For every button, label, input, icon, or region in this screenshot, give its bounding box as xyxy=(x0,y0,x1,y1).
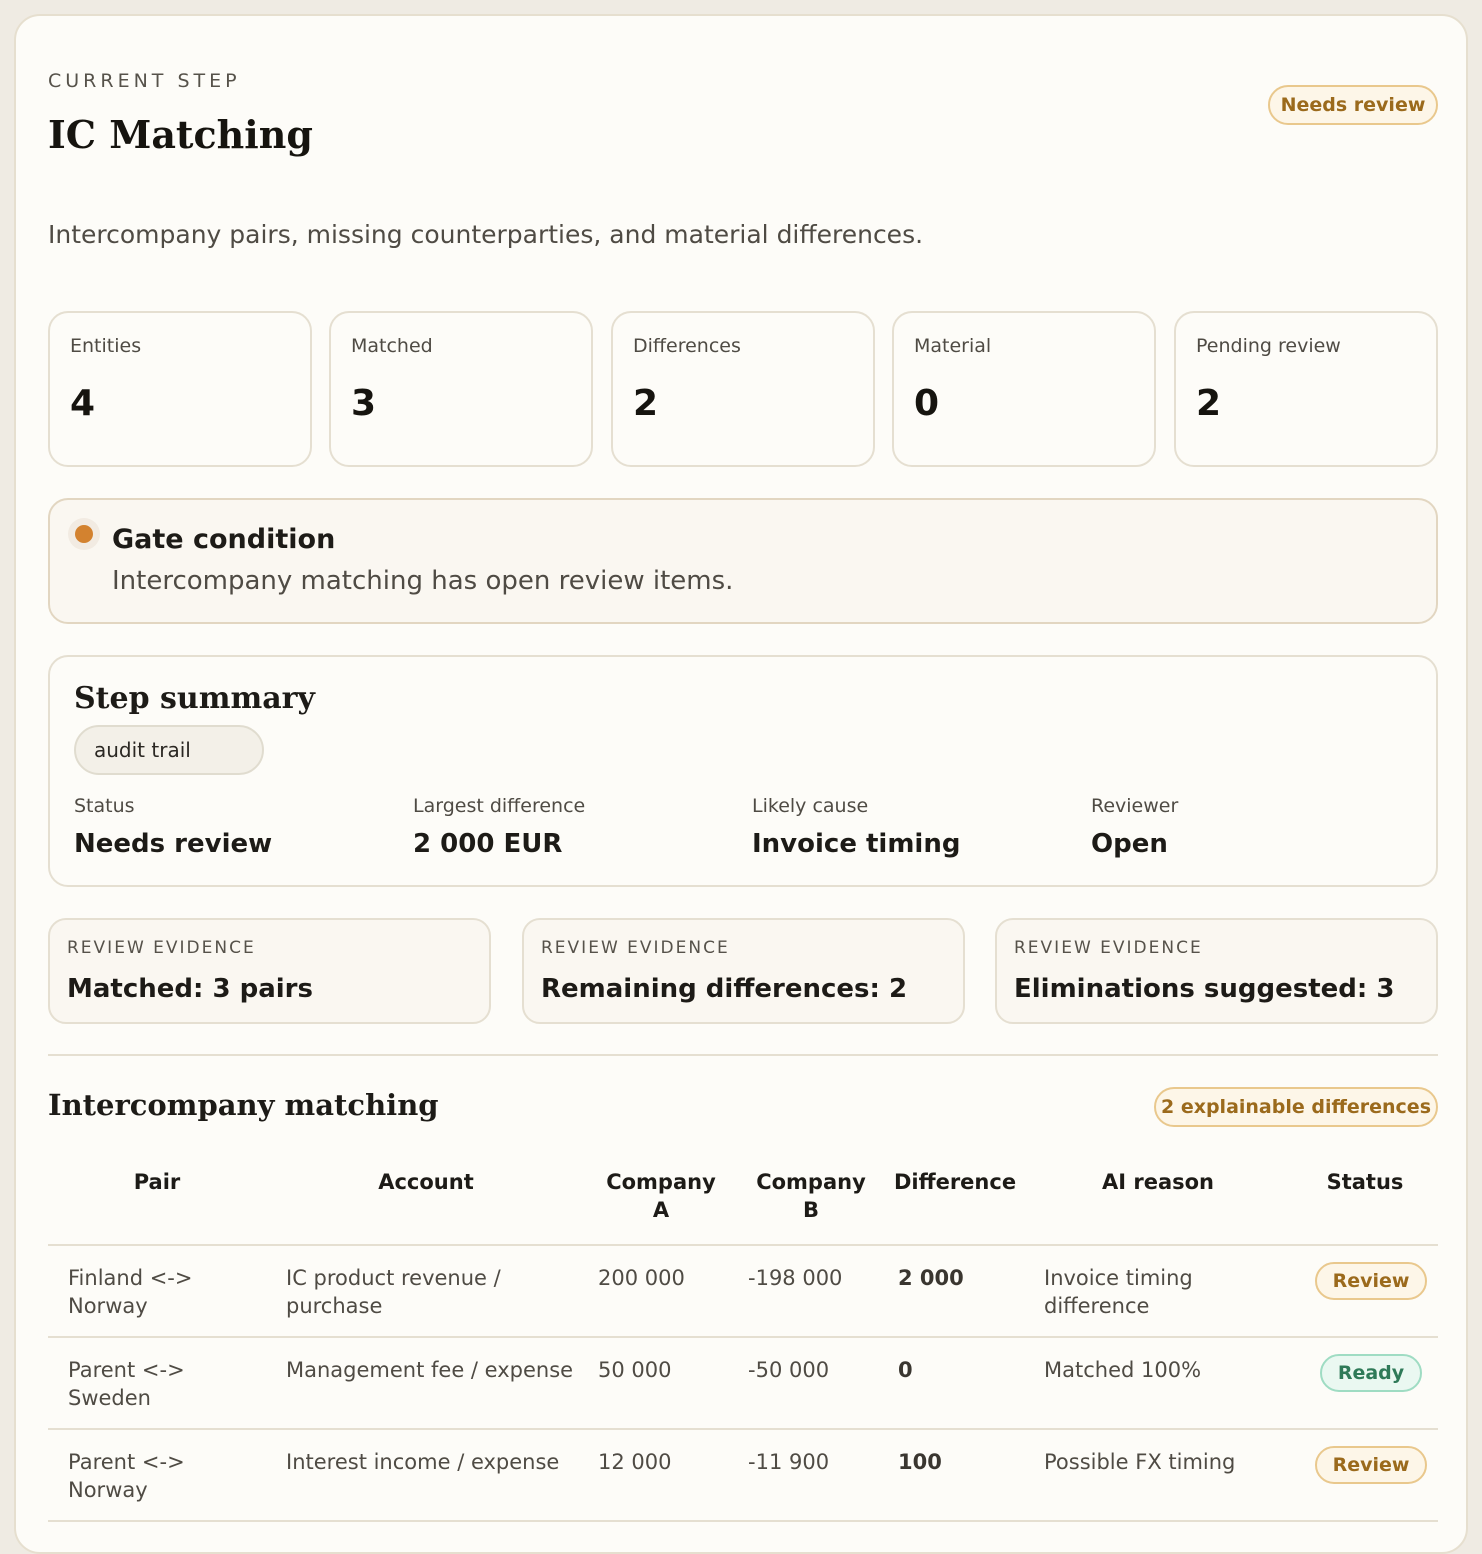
cell-company-a: 12 000 xyxy=(586,1429,736,1522)
summary-largest-difference: Largest difference 2 000 EUR xyxy=(413,795,585,859)
step-description: Intercompany pairs, missing counterparti… xyxy=(48,220,924,249)
cell-status: Review xyxy=(1292,1429,1438,1522)
evidence-value: Remaining differences: 2 xyxy=(541,974,908,1004)
section-divider xyxy=(48,1054,1438,1056)
metrics-row: Entities 4 Matched 3 Differences 2 Mater… xyxy=(48,311,1438,467)
table-row[interactable]: Parent <-> Norway Interest income / expe… xyxy=(48,1429,1438,1522)
current-step-eyebrow: CURRENT STEP xyxy=(48,70,241,92)
table-row[interactable]: Parent <-> Sweden Management fee / expen… xyxy=(48,1337,1438,1430)
cell-difference: 100 xyxy=(886,1429,1024,1522)
evidence-label: REVIEW EVIDENCE xyxy=(541,938,730,958)
cell-status: Review xyxy=(1292,1245,1438,1338)
status-review-badge[interactable]: Review xyxy=(1314,1262,1428,1300)
summary-reviewer: Reviewer Open xyxy=(1091,795,1178,859)
review-evidence-card-matched: REVIEW EVIDENCE Matched: 3 pairs xyxy=(48,918,491,1024)
cell-pair: Parent <-> Norway xyxy=(48,1429,266,1522)
column-header-account[interactable]: Account xyxy=(266,1162,586,1246)
summary-likely-cause: Likely cause Invoice timing xyxy=(752,795,960,859)
metric-label: Differences xyxy=(633,335,741,357)
cell-company-a: 50 000 xyxy=(586,1337,736,1430)
cell-company-a: 200 000 xyxy=(586,1245,736,1338)
metric-value: 4 xyxy=(70,383,96,424)
status-badge: Needs review xyxy=(1268,85,1438,125)
cell-ai-reason: Invoice timing difference xyxy=(1024,1245,1292,1338)
column-header-ai-reason[interactable]: AI reason xyxy=(1024,1162,1292,1246)
column-header-difference[interactable]: Difference xyxy=(886,1162,1024,1246)
status-dot-icon xyxy=(68,518,100,550)
cell-account: Management fee / expense xyxy=(266,1337,586,1430)
cell-status: Ready xyxy=(1292,1337,1438,1430)
evidence-value: Eliminations suggested: 3 xyxy=(1014,974,1395,1004)
cell-company-b: -11 900 xyxy=(736,1429,886,1522)
status-dot-fill xyxy=(75,525,93,543)
cell-account: IC product revenue / purchase xyxy=(266,1245,586,1338)
review-evidence-card-remaining: REVIEW EVIDENCE Remaining differences: 2 xyxy=(522,918,965,1024)
summary-label: Reviewer xyxy=(1091,795,1179,817)
metric-value: 2 xyxy=(633,383,659,424)
evidence-label: REVIEW EVIDENCE xyxy=(1014,938,1203,958)
metric-card-entities: Entities 4 xyxy=(48,311,312,467)
metric-label: Pending review xyxy=(1196,335,1341,357)
summary-value: Needs review xyxy=(74,829,273,859)
step-panel: CURRENT STEP IC Matching Needs review In… xyxy=(14,14,1468,1554)
summary-label: Likely cause xyxy=(752,795,869,817)
cell-difference: 2 000 xyxy=(886,1245,1024,1338)
cell-company-b: -50 000 xyxy=(736,1337,886,1430)
summary-value: Open xyxy=(1091,829,1168,859)
metric-card-matched: Matched 3 xyxy=(329,311,593,467)
cell-pair: Parent <-> Sweden xyxy=(48,1337,266,1430)
evidence-value: Matched: 3 pairs xyxy=(67,974,313,1004)
cell-ai-reason: Possible FX timing xyxy=(1024,1429,1292,1522)
column-header-pair[interactable]: Pair xyxy=(48,1162,266,1246)
summary-status: Status Needs review xyxy=(74,795,272,859)
explainable-differences-badge: 2 explainable differences xyxy=(1154,1087,1438,1127)
evidence-label: REVIEW EVIDENCE xyxy=(67,938,256,958)
status-ready-badge[interactable]: Ready xyxy=(1319,1354,1423,1392)
metric-value: 0 xyxy=(914,383,940,424)
review-evidence-card-eliminations: REVIEW EVIDENCE Eliminations suggested: … xyxy=(995,918,1438,1024)
status-review-badge[interactable]: Review xyxy=(1314,1446,1428,1484)
metric-label: Material xyxy=(914,335,992,357)
gate-condition-banner: Gate condition Intercompany matching has… xyxy=(48,498,1438,624)
gate-title: Gate condition xyxy=(112,524,336,555)
cell-difference: 0 xyxy=(886,1337,1024,1430)
metric-value: 3 xyxy=(351,383,377,424)
column-header-status[interactable]: Status xyxy=(1292,1162,1438,1246)
cell-company-b: -198 000 xyxy=(736,1245,886,1338)
step-panel-content: CURRENT STEP IC Matching Needs review In… xyxy=(48,16,1438,1536)
metric-label: Matched xyxy=(351,335,433,357)
summary-value: 2 000 EUR xyxy=(413,829,563,859)
intercompany-matching-table: Pair Account Company A Company B Differe… xyxy=(48,1162,1438,1522)
column-header-company-a[interactable]: Company A xyxy=(586,1162,736,1246)
summary-value: Invoice timing xyxy=(752,829,961,859)
cell-ai-reason: Matched 100% xyxy=(1024,1337,1292,1430)
table-header-row: Pair Account Company A Company B Differe… xyxy=(48,1162,1438,1246)
metric-card-differences: Differences 2 xyxy=(611,311,875,467)
audit-trail-chip[interactable]: audit trail xyxy=(74,725,264,775)
column-header-company-b[interactable]: Company B xyxy=(736,1162,886,1246)
gate-text: Intercompany matching has open review it… xyxy=(112,566,734,596)
summary-label: Status xyxy=(74,795,135,817)
metric-label: Entities xyxy=(70,335,142,357)
table-row[interactable]: Finland <-> Norway IC product revenue / … xyxy=(48,1245,1438,1338)
matching-section-title: Intercompany matching xyxy=(48,1088,439,1122)
metric-card-pending-review: Pending review 2 xyxy=(1174,311,1438,467)
step-summary-title: Step summary xyxy=(74,681,315,716)
metric-card-material: Material 0 xyxy=(892,311,1156,467)
page-title: IC Matching xyxy=(48,112,313,157)
step-summary-card: Step summary audit trail Status Needs re… xyxy=(48,655,1438,887)
summary-label: Largest difference xyxy=(413,795,586,817)
metric-value: 2 xyxy=(1196,383,1222,424)
cell-account: Interest income / expense xyxy=(266,1429,586,1522)
cell-pair: Finland <-> Norway xyxy=(48,1245,266,1338)
